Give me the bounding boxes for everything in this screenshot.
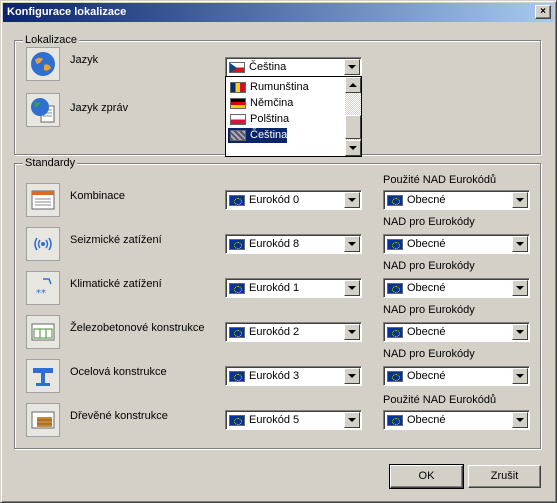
czech-flag-icon — [230, 130, 246, 141]
chevron-down-icon — [348, 374, 356, 378]
globe-icon — [26, 47, 60, 81]
language-label: Jazyk — [70, 54, 99, 66]
standard-label-seismic: Seizmické zatížení — [70, 234, 162, 246]
language-option[interactable]: Němčina — [228, 96, 293, 111]
language-select-value: Čeština — [249, 61, 287, 73]
nad-select-seismic[interactable]: Obecné — [383, 234, 530, 254]
dropdown-button[interactable] — [512, 324, 528, 340]
eurocode-select-seismic[interactable]: Eurokód 8 — [225, 234, 362, 254]
scroll-down-button[interactable] — [345, 140, 361, 156]
concrete-structure-icon — [26, 315, 60, 349]
chevron-down-icon — [348, 286, 356, 290]
chevron-down-icon — [348, 198, 356, 202]
language-option-selected[interactable]: Čeština — [228, 128, 288, 143]
close-icon: × — [540, 6, 546, 17]
ok-button[interactable]: OK — [389, 464, 464, 489]
standards-legend: Standardy — [23, 157, 78, 170]
chevron-down-icon — [348, 418, 356, 422]
language-dropdown-list: Rumunština Němčina Polština Čeština — [225, 76, 362, 157]
message-language-label: Jazyk zpráv — [70, 102, 129, 114]
language-dropdown-button[interactable] — [344, 59, 360, 75]
eurocode-select-timber[interactable]: Eurokód 5 — [225, 410, 362, 430]
eu-flag-icon — [229, 195, 245, 206]
dropdown-button[interactable] — [344, 192, 360, 208]
dropdown-button[interactable] — [344, 236, 360, 252]
timber-structure-icon — [26, 403, 60, 437]
nad-header: NAD pro Eurokódy — [383, 348, 475, 360]
title-bar: Konfigurace lokalizace × — [3, 3, 554, 22]
scroll-up-button[interactable] — [345, 77, 361, 93]
climate-icon: ** — [26, 271, 60, 305]
nad-header: Použité NAD Eurokódů — [383, 394, 497, 406]
nad-select-concrete[interactable]: Obecné — [383, 322, 530, 342]
standard-label-concrete: Železobetonové konstrukce — [70, 322, 205, 334]
eurocode-select-concrete[interactable]: Eurokód 2 — [225, 322, 362, 342]
chevron-down-icon — [516, 330, 524, 334]
nad-header: NAD pro Eurokódy — [383, 260, 475, 272]
nad-select-combination[interactable]: Obecné — [383, 190, 530, 210]
chevron-down-icon — [348, 65, 356, 69]
seismic-icon — [26, 227, 60, 261]
chevron-down-icon — [516, 418, 524, 422]
chevron-down-icon — [348, 242, 356, 246]
standard-label-timber: Dřevěné konstrukce — [70, 410, 168, 422]
eu-flag-icon — [229, 283, 245, 294]
czech-flag-icon — [229, 62, 245, 73]
chevron-down-icon — [516, 374, 524, 378]
chevron-down-icon — [349, 146, 357, 150]
nad-select-timber[interactable]: Obecné — [383, 410, 530, 430]
dropdown-button[interactable] — [344, 412, 360, 428]
dropdown-button[interactable] — [512, 368, 528, 384]
combination-icon — [26, 183, 60, 217]
chevron-down-icon — [516, 242, 524, 246]
chevron-down-icon — [516, 198, 524, 202]
language-option[interactable]: Rumunština — [228, 80, 309, 95]
nad-select-steel[interactable]: Obecné — [383, 366, 530, 386]
eurocode-select-steel[interactable]: Eurokód 3 — [225, 366, 362, 386]
language-select[interactable]: Čeština — [225, 57, 362, 77]
german-flag-icon — [230, 98, 246, 109]
window-title: Konfigurace lokalizace — [7, 6, 127, 18]
standard-label-climate: Klimatické zatížení — [70, 278, 162, 290]
eu-flag-icon — [387, 371, 403, 382]
scroll-thumb[interactable] — [345, 115, 361, 139]
dropdown-button[interactable] — [512, 236, 528, 252]
dropdown-button[interactable] — [344, 280, 360, 296]
eu-flag-icon — [387, 327, 403, 338]
nad-select-climate[interactable]: Obecné — [383, 278, 530, 298]
dropdown-scrollbar[interactable] — [345, 77, 361, 156]
nad-header: NAD pro Eurokódy — [383, 216, 475, 228]
dropdown-button[interactable] — [344, 368, 360, 384]
standard-label-combination: Kombinace — [70, 190, 126, 202]
chevron-down-icon — [516, 286, 524, 290]
eu-flag-icon — [229, 239, 245, 250]
dropdown-button[interactable] — [512, 192, 528, 208]
steel-structure-icon — [26, 359, 60, 393]
dropdown-button[interactable] — [344, 324, 360, 340]
eurocode-select-combination[interactable]: Eurokód 0 — [225, 190, 362, 210]
eu-flag-icon — [387, 239, 403, 250]
localization-legend: Lokalizace — [23, 34, 79, 47]
cancel-button[interactable]: Zrušit — [468, 465, 541, 488]
chevron-down-icon — [348, 330, 356, 334]
svg-text:**: ** — [36, 288, 46, 299]
close-button[interactable]: × — [535, 5, 551, 19]
romanian-flag-icon — [230, 82, 246, 93]
eurocode-select-climate[interactable]: Eurokód 1 — [225, 278, 362, 298]
chevron-up-icon — [349, 83, 357, 87]
eu-flag-icon — [229, 327, 245, 338]
eu-flag-icon — [387, 283, 403, 294]
dropdown-button[interactable] — [512, 412, 528, 428]
nad-header: NAD pro Eurokódy — [383, 304, 475, 316]
nad-header: Použité NAD Eurokódů — [383, 174, 497, 186]
polish-flag-icon — [230, 114, 246, 125]
standard-label-steel: Ocelová konstrukce — [70, 366, 167, 378]
eu-flag-icon — [387, 195, 403, 206]
eu-flag-icon — [229, 371, 245, 382]
eu-flag-icon — [387, 415, 403, 426]
message-globe-icon — [26, 93, 60, 127]
eu-flag-icon — [229, 415, 245, 426]
language-option[interactable]: Polština — [228, 112, 289, 127]
dropdown-button[interactable] — [512, 280, 528, 296]
